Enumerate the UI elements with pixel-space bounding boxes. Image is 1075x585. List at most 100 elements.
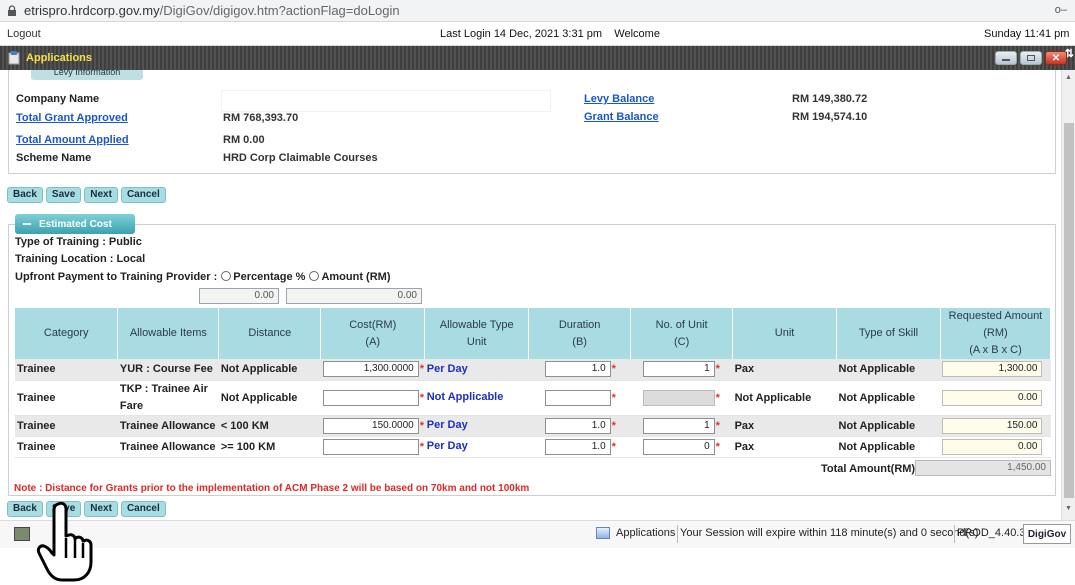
units-input[interactable]: 1 — [642, 417, 715, 434]
minimize-icon — [1002, 59, 1010, 61]
total-grant-approved-value: RM 768,393.70 — [223, 112, 299, 124]
cell-item: TKP : Trainee Air Fare — [117, 380, 219, 416]
required-marker: * — [611, 391, 616, 404]
cell-distance: >= 100 KM — [218, 436, 321, 458]
col-type-unit: Allowable Type Unit — [424, 308, 530, 359]
save-button[interactable]: Save — [45, 187, 82, 203]
main-content: Levy Information Company Name Levy Balan… — [0, 70, 1061, 520]
cell-unit: Pax — [732, 415, 837, 437]
url-host: etrispro.hrdcorp.gov.my — [24, 3, 160, 18]
total-amount-applied-link[interactable]: Total Amount Applied — [16, 134, 129, 146]
cell-units: 1 * — [630, 359, 733, 381]
estimated-cost-tab[interactable]: Estimated Cost — [15, 214, 135, 234]
cell-item: Trainee Allowance — [117, 415, 219, 437]
duration-input[interactable] — [544, 389, 611, 406]
minimize-button[interactable] — [995, 51, 1017, 65]
status-divider — [677, 525, 678, 543]
url-text[interactable]: etrispro.hrdcorp.gov.my/DigiGov/digigov.… — [24, 3, 400, 18]
upfront-percentage-input[interactable]: 0.00 — [199, 288, 279, 304]
cost-input[interactable] — [322, 438, 419, 455]
cell-requested: 0.00 — [940, 436, 1051, 458]
required-marker: * — [715, 363, 720, 376]
required-marker: * — [419, 419, 425, 432]
back-button[interactable]: Back — [7, 501, 43, 517]
top-info-bar: Logout Last Login 14 Dec, 2021 3:31 pm W… — [0, 22, 1075, 46]
cell-type-unit: Per Day — [424, 415, 529, 437]
cost-input[interactable]: 1,300.0000 — [322, 361, 419, 378]
status-divider — [954, 525, 955, 543]
scrollbar-thumb[interactable] — [1064, 123, 1074, 498]
taskbar-applications[interactable]: Applications — [596, 527, 675, 539]
clock-text: Sunday 11:41 pm — [984, 28, 1070, 40]
scroll-up-icon[interactable]: ▲ — [1065, 74, 1072, 81]
total-amount-applied-value: RM 0.00 — [223, 134, 265, 146]
cancel-button[interactable]: Cancel — [120, 187, 166, 203]
cost-input[interactable] — [322, 389, 419, 406]
vertical-scrollbar[interactable]: ▲ ▼ — [1061, 70, 1075, 520]
cell-duration: 1.0 * — [528, 436, 631, 458]
next-button[interactable]: Next — [84, 501, 118, 517]
last-login-text: Last Login 14 Dec, 2021 3:31 pm Welcome — [440, 28, 660, 40]
training-location: Training Location : Local — [15, 253, 146, 265]
company-name-label: Company Name — [16, 93, 100, 105]
cell-duration: * — [528, 380, 631, 416]
col-req-l3: (A x B x C) — [969, 344, 1022, 356]
required-marker: * — [715, 440, 720, 453]
cancel-button[interactable]: Cancel — [120, 501, 166, 517]
next-button[interactable]: Next — [84, 187, 118, 203]
welcome-text: Welcome — [614, 28, 660, 40]
cell-requested: 150.00 — [940, 415, 1051, 437]
type-unit-text: Per Day — [426, 440, 468, 453]
cell-unit: Pax — [732, 436, 837, 458]
units-input[interactable]: 1 — [642, 361, 715, 378]
cell-unit: Not Applicable — [732, 380, 837, 416]
session-expiry-text: Your Session will expire within 118 minu… — [680, 527, 979, 539]
estimated-cost-table: Category Allowable Items Distance Cost(R… — [15, 308, 1052, 458]
duration-input[interactable]: 1.0 — [544, 361, 611, 378]
requested-amount-input[interactable]: 0.00 — [942, 438, 1043, 455]
logout-link[interactable]: Logout — [7, 28, 41, 40]
key-icon[interactable]: o– — [1055, 4, 1067, 16]
total-amount-input: 1,450.00 — [915, 460, 1051, 476]
requested-amount-input[interactable]: 0.00 — [942, 389, 1043, 406]
cell-units: 0 * — [630, 436, 733, 458]
cost-input[interactable]: 150.0000 — [322, 417, 419, 434]
grant-balance-link[interactable]: Grant Balance — [584, 111, 659, 123]
cell-requested: 0.00 — [940, 380, 1051, 416]
col-skill: Type of Skill — [836, 308, 941, 359]
duration-input[interactable]: 1.0 — [544, 417, 611, 434]
required-marker: * — [419, 363, 425, 376]
company-name-value — [221, 90, 551, 112]
total-grant-approved-link[interactable]: Total Grant Approved — [16, 112, 128, 124]
version-text: PROD_4.40.3 — [957, 527, 1026, 539]
distance-note: Note : Distance for Grants prior to the … — [14, 483, 530, 494]
desktop-icon[interactable] — [14, 527, 30, 541]
save-button[interactable]: Save — [45, 501, 82, 517]
col-requested: Requested Amount (RM) (A x B x C) — [940, 308, 1052, 359]
browser-address-bar[interactable]: etrispro.hrdcorp.gov.my/DigiGov/digigov.… — [0, 0, 1075, 22]
required-marker: * — [715, 419, 720, 432]
upfront-payment-label: Upfront Payment to Training Provider : — [15, 271, 218, 283]
duration-input[interactable]: 1.0 — [544, 438, 611, 455]
cell-skill: Not Applicable — [836, 359, 941, 381]
close-button[interactable]: ✕ — [1045, 51, 1067, 65]
maximize-button[interactable] — [1020, 51, 1042, 65]
type-of-training: Type of Training : Public — [15, 236, 142, 248]
percentage-radio[interactable] — [221, 271, 232, 281]
levy-balance-value: RM 149,380.72 — [792, 93, 868, 105]
col-type-unit-l1: Allowable Type — [439, 318, 514, 331]
amount-radio[interactable] — [309, 271, 320, 281]
units-input[interactable]: 0 — [642, 438, 715, 455]
levy-info-tab[interactable]: Levy Information — [31, 70, 143, 80]
back-button[interactable]: Back — [7, 187, 43, 203]
levy-balance-link[interactable]: Levy Balance — [584, 93, 654, 105]
upfront-amount-input[interactable]: 0.00 — [286, 288, 422, 304]
requested-amount-input[interactable]: 1,300.00 — [942, 361, 1043, 378]
cell-cost: 150.0000 * — [320, 415, 425, 437]
required-marker: * — [419, 440, 425, 453]
scroll-down-icon[interactable]: ▼ — [1065, 505, 1072, 512]
col-units-l1: No. of Unit — [655, 318, 708, 331]
table-row: Trainee Trainee Allowance < 100 KM 150.0… — [15, 415, 1051, 437]
resize-arrows-icon[interactable]: ⇅ — [1065, 47, 1074, 60]
requested-amount-input[interactable]: 150.00 — [942, 417, 1043, 434]
